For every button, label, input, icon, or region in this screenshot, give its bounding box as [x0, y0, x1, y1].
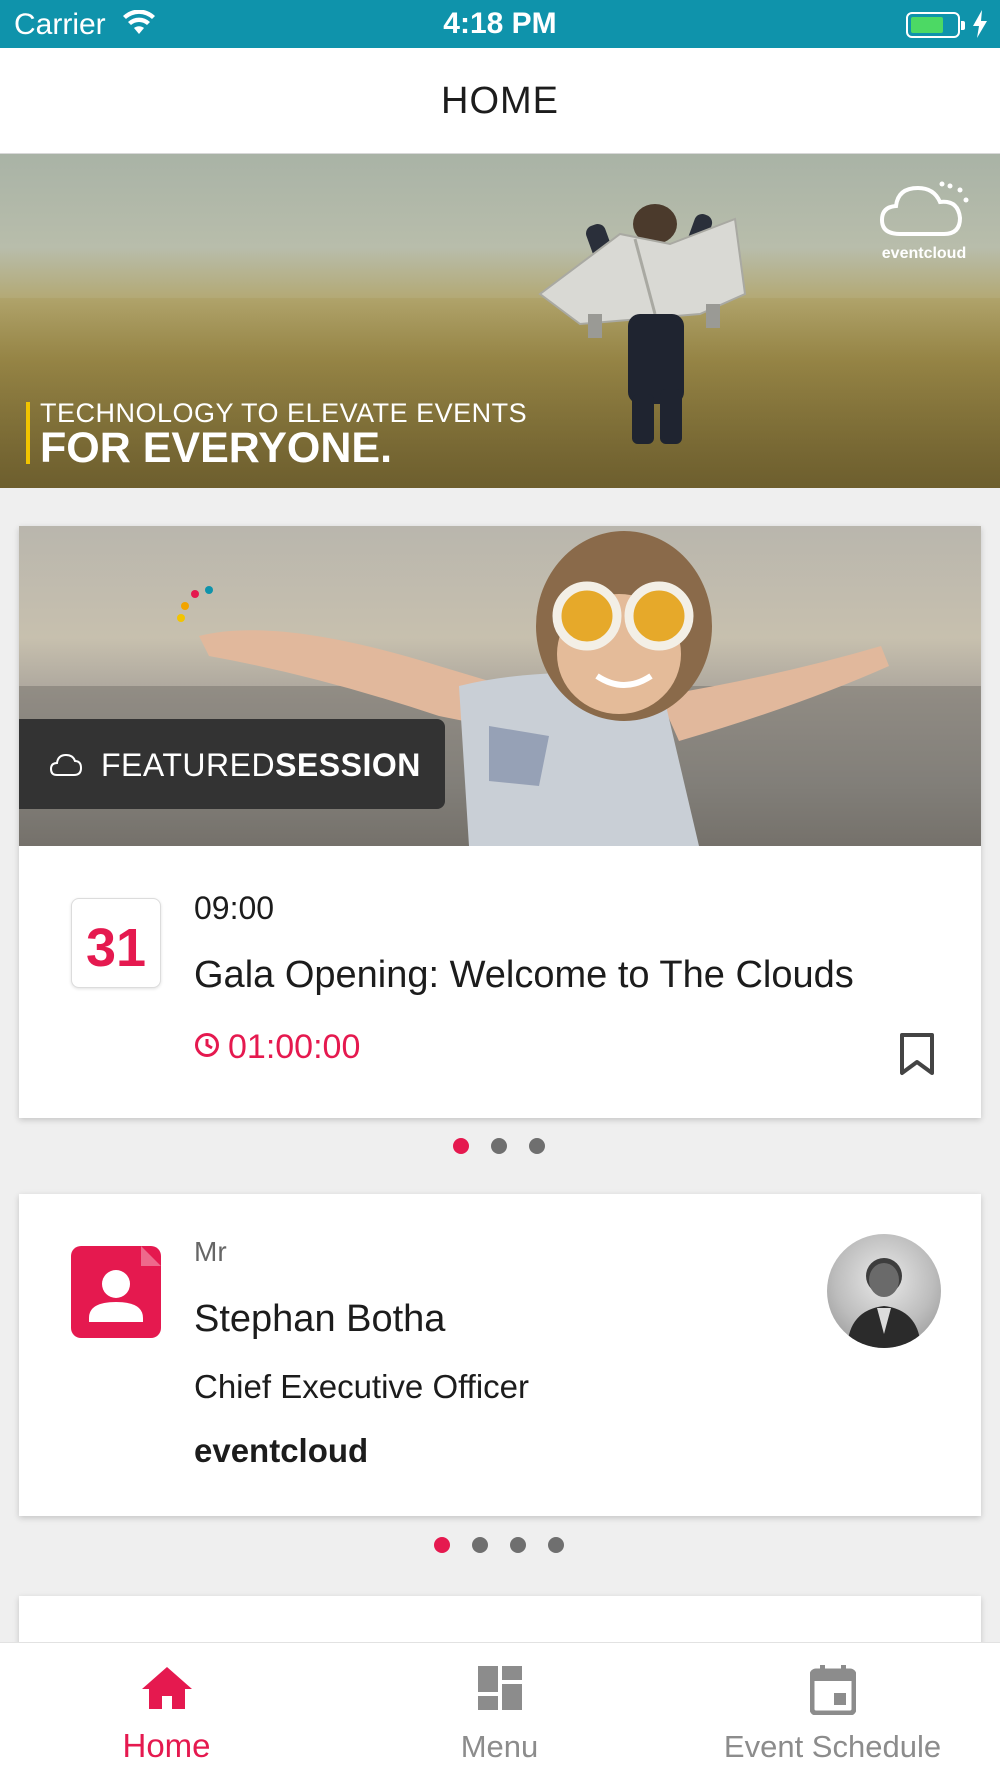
- tab-home[interactable]: Home: [0, 1643, 333, 1778]
- battery-icon: [906, 12, 965, 38]
- speaker-role: Chief Executive Officer: [194, 1368, 530, 1405]
- clock-icon: [194, 1028, 220, 1067]
- speaker-pager[interactable]: [434, 1537, 564, 1553]
- calendar-date-icon: 31: [71, 898, 161, 988]
- contact-icon: [71, 1246, 161, 1338]
- tab-event-schedule-label: Event Schedule: [723, 1729, 942, 1764]
- featured-label-light: FEATURED: [101, 747, 276, 783]
- nav-header: HOME: [0, 48, 1000, 154]
- cloud-logo-icon: [49, 751, 83, 784]
- speaker-company: eventcloud: [194, 1432, 369, 1469]
- session-title: Gala Opening: Welcome to The Clouds: [194, 954, 854, 996]
- tab-bar: Home Menu Event Schedule: [0, 1642, 1000, 1778]
- tab-event-schedule[interactable]: Event Schedule: [666, 1643, 999, 1778]
- featured-pager[interactable]: [453, 1138, 545, 1154]
- speaker-card[interactable]: Mr Stephan Botha Chief Executive Officer…: [19, 1194, 981, 1516]
- session-duration-value: 01:00:00: [228, 1028, 361, 1066]
- hero-tagline-big: FOR EVERYONE.: [40, 424, 393, 472]
- session-time: 09:00: [194, 890, 275, 926]
- charging-icon: [972, 10, 988, 43]
- featured-label-bold: SESSION: [275, 747, 421, 783]
- home-icon: [0, 1665, 333, 1711]
- cloud-logo-icon: [879, 181, 969, 236]
- pager-dot[interactable]: [472, 1537, 488, 1553]
- speaker-name: Stephan Botha: [194, 1298, 446, 1340]
- calendar-day: 31: [85, 918, 147, 978]
- tab-menu[interactable]: Menu: [333, 1643, 666, 1778]
- hero-illustration: [538, 204, 747, 444]
- pager-dot[interactable]: [434, 1537, 450, 1553]
- pager-dot[interactable]: [453, 1138, 469, 1154]
- hero-banner[interactable]: TECHNOLOGY TO ELEVATE EVENTS FOR EVERYON…: [0, 154, 1000, 488]
- logo-text: eventcloud: [881, 245, 967, 262]
- calendar-icon: [666, 1665, 999, 1715]
- dashboard-icon: [333, 1665, 666, 1711]
- featured-session-label: FEATUREDSESSION: [19, 719, 445, 809]
- tab-home-label: Home: [122, 1727, 211, 1764]
- featured-session-photo: FEATUREDSESSION: [19, 526, 981, 846]
- pager-dot[interactable]: [548, 1537, 564, 1553]
- page-title: HOME: [441, 80, 559, 122]
- bookmark-icon[interactable]: [899, 1032, 935, 1081]
- avatar[interactable]: [827, 1234, 941, 1348]
- pager-dot[interactable]: [510, 1537, 526, 1553]
- speaker-prefix: Mr: [194, 1236, 227, 1267]
- pager-dot[interactable]: [491, 1138, 507, 1154]
- status-time: 4:18 PM: [443, 7, 557, 40]
- status-bar: Carrier 4:18 PM: [0, 0, 1000, 48]
- eventcloud-logo: eventcloud: [874, 180, 974, 263]
- featured-label-text: FEATUREDSESSION: [101, 747, 421, 784]
- tab-menu-label: Menu: [460, 1729, 539, 1764]
- featured-session-card[interactable]: FEATUREDSESSION 31 09:00 Gala Opening: W…: [19, 526, 981, 1118]
- tagline-accent-bar: [26, 402, 30, 464]
- pager-dot[interactable]: [529, 1138, 545, 1154]
- session-duration: 01:00:00: [194, 1028, 360, 1067]
- featured-session-info: 31 09:00 Gala Opening: Welcome to The Cl…: [19, 846, 981, 1118]
